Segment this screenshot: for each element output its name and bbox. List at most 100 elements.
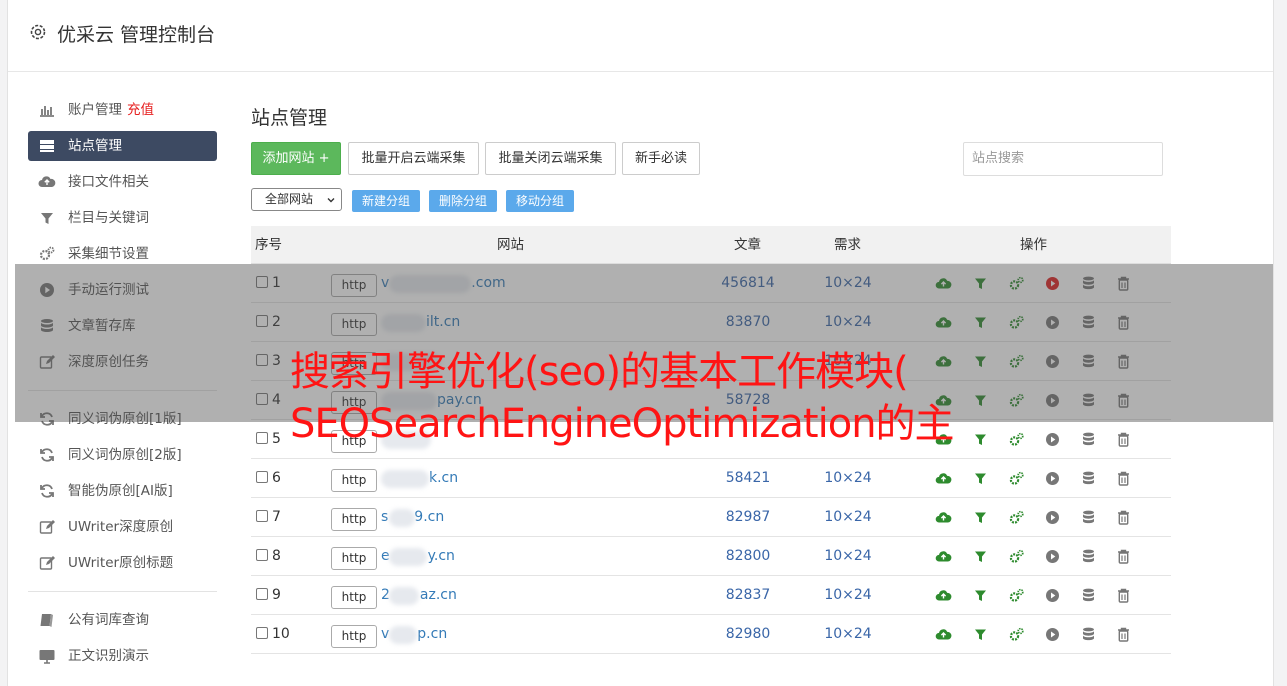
header-demand: 需求: [834, 237, 861, 253]
recharge-link[interactable]: 充值: [127, 102, 154, 118]
database-icon[interactable]: [1080, 509, 1097, 526]
play-circle-icon[interactable]: [1044, 470, 1061, 487]
row-checkbox[interactable]: [256, 549, 268, 561]
row-index: 5: [272, 431, 281, 447]
sidebar-item-synonym-v2[interactable]: 同义词伪原创[2版]: [28, 437, 217, 473]
sidebar-item-text-recognition[interactable]: 正文识别演示: [28, 638, 217, 674]
demand-value[interactable]: 10×24: [806, 459, 890, 498]
gear-icon: [30, 24, 46, 40]
demand-value[interactable]: 10×24: [806, 498, 890, 537]
sidebar-item-interface-files[interactable]: 接口文件相关: [28, 164, 217, 200]
trash-icon[interactable]: [1115, 509, 1132, 526]
header-articles: 文章: [734, 237, 761, 253]
row-checkbox[interactable]: [256, 510, 268, 522]
database-icon[interactable]: [1080, 431, 1097, 448]
edit-icon: [39, 520, 55, 534]
cogs-icon[interactable]: [1008, 548, 1025, 565]
cloud-upload-icon[interactable]: [935, 626, 952, 643]
sidebar-item-public-dictionary[interactable]: 公有词库查询: [28, 602, 217, 638]
site-search-input[interactable]: 站点搜索: [963, 142, 1163, 176]
cogs-icon[interactable]: [1008, 470, 1025, 487]
protocol-badge[interactable]: http: [331, 469, 377, 492]
trash-icon[interactable]: [1115, 626, 1132, 643]
article-count[interactable]: 58421: [706, 459, 790, 498]
demand-value[interactable]: 10×24: [806, 576, 890, 615]
sidebar-item-label: UWriter原创标题: [68, 555, 174, 571]
sidebar-item-uwriter-deep[interactable]: UWriter深度原创: [28, 509, 217, 545]
play-circle-icon[interactable]: [1044, 509, 1061, 526]
protocol-badge[interactable]: http: [331, 625, 377, 648]
play-circle-icon[interactable]: [1044, 587, 1061, 604]
row-checkbox[interactable]: [256, 471, 268, 483]
database-icon[interactable]: [1080, 587, 1097, 604]
trash-icon[interactable]: [1115, 587, 1132, 604]
batch-disable-cloud-button[interactable]: 批量关闭云端采集: [485, 142, 616, 175]
add-site-button[interactable]: 添加网站 +: [251, 142, 341, 175]
row-index: 7: [272, 509, 281, 525]
batch-enable-cloud-button[interactable]: 批量开启云端采集: [348, 142, 479, 175]
row-index: 8: [272, 548, 281, 564]
article-count[interactable]: 82800: [706, 537, 790, 576]
demand-value[interactable]: 10×24: [806, 537, 890, 576]
sidebar-item-columns-keywords[interactable]: 栏目与关键词: [28, 200, 217, 236]
cloud-upload-icon[interactable]: [935, 509, 952, 526]
header-index: 序号: [255, 237, 282, 253]
overlay-line-1: 搜索引擎优化(seo)的基本工作模块(: [290, 349, 909, 395]
cogs-icon[interactable]: [1008, 626, 1025, 643]
redaction-blur: [389, 548, 427, 566]
sidebar-item-label: 站点管理: [68, 138, 122, 154]
play-circle-icon[interactable]: [1044, 548, 1061, 565]
cogs-icon[interactable]: [1008, 509, 1025, 526]
sidebar-item-label: UWriter深度原创: [68, 519, 174, 535]
delete-group-button[interactable]: 删除分组: [429, 190, 498, 212]
sidebar-item-ai-rewrite[interactable]: 智能伪原创[AI版]: [28, 473, 217, 509]
table-row: 10 http v p.cn 82980 10×24: [251, 615, 1171, 654]
row-checkbox[interactable]: [256, 588, 268, 600]
group-select[interactable]: 全部网站: [251, 188, 342, 211]
database-icon[interactable]: [1080, 548, 1097, 565]
sidebar-divider: [28, 591, 217, 592]
beginner-guide-button[interactable]: 新手必读: [622, 142, 700, 175]
sidebar-item-account[interactable]: 账户管理 充值: [28, 92, 217, 128]
filter-icon[interactable]: [972, 470, 989, 487]
refresh-icon: [40, 448, 54, 462]
article-count[interactable]: 82987: [706, 498, 790, 537]
article-count[interactable]: 82837: [706, 576, 790, 615]
refresh-icon: [40, 484, 54, 498]
site-url-suffix: y.cn: [427, 548, 455, 564]
filter-icon[interactable]: [972, 626, 989, 643]
filter-icon[interactable]: [972, 587, 989, 604]
overlay-line-2: SEOSearchEngineOptimization的主: [290, 401, 955, 447]
overlay-text: 搜索引擎优化(seo)的基本工作模块( SEOSearchEngineOptim…: [290, 346, 955, 450]
trash-icon[interactable]: [1115, 470, 1132, 487]
filter-icon[interactable]: [972, 509, 989, 526]
cloud-upload-icon[interactable]: [935, 548, 952, 565]
cogs-icon[interactable]: [1008, 587, 1025, 604]
sidebar-item-label: 同义词伪原创[2版]: [68, 447, 182, 463]
demand-value[interactable]: 10×24: [806, 615, 890, 654]
move-group-button[interactable]: 移动分组: [506, 190, 575, 212]
article-count[interactable]: 82980: [706, 615, 790, 654]
database-icon[interactable]: [1080, 626, 1097, 643]
protocol-badge[interactable]: http: [331, 508, 377, 531]
protocol-badge[interactable]: http: [331, 547, 377, 570]
row-index: 9: [272, 587, 281, 603]
row-checkbox[interactable]: [256, 432, 268, 444]
filter-icon[interactable]: [972, 431, 989, 448]
trash-icon[interactable]: [1115, 431, 1132, 448]
redaction-blur: [389, 587, 419, 605]
protocol-badge[interactable]: http: [331, 586, 377, 609]
play-circle-icon[interactable]: [1044, 431, 1061, 448]
database-icon[interactable]: [1080, 470, 1097, 487]
cloud-upload-icon[interactable]: [935, 587, 952, 604]
sidebar-item-uwriter-title[interactable]: UWriter原创标题: [28, 545, 217, 581]
trash-icon[interactable]: [1115, 548, 1132, 565]
cogs-icon[interactable]: [1008, 431, 1025, 448]
cloud-upload-icon[interactable]: [935, 470, 952, 487]
row-checkbox[interactable]: [256, 627, 268, 639]
sidebar-item-site-management[interactable]: 站点管理: [28, 131, 217, 161]
filter-icon[interactable]: [972, 548, 989, 565]
sidebar-item-label: 栏目与关键词: [68, 210, 149, 226]
new-group-button[interactable]: 新建分组: [352, 190, 421, 212]
play-circle-icon[interactable]: [1044, 626, 1061, 643]
